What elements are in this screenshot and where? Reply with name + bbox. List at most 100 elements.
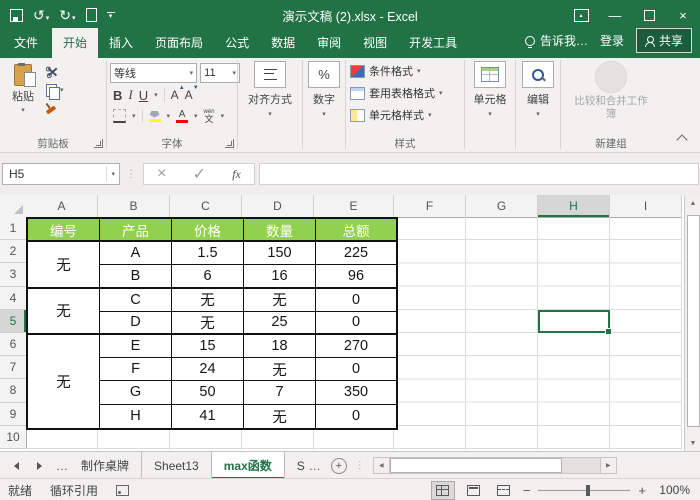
selected-cell-H5[interactable] bbox=[538, 309, 610, 333]
sheet-tab-sheet13[interactable]: Sheet13 bbox=[142, 452, 212, 479]
scroll-left-icon[interactable]: ◀ bbox=[372, 457, 390, 474]
font-size-select[interactable]: 11 ▾ bbox=[200, 63, 240, 83]
sheet-nav-left-icon[interactable] bbox=[14, 461, 19, 470]
cell-E7[interactable]: 0 bbox=[316, 358, 396, 382]
fill-color-button[interactable] bbox=[148, 110, 161, 122]
col-header-C[interactable]: C bbox=[170, 195, 242, 217]
underline-dropdown-icon[interactable]: ▾ bbox=[154, 91, 158, 99]
cell-C8[interactable]: 50 bbox=[172, 381, 244, 405]
scroll-up-icon[interactable]: ▲ bbox=[685, 195, 700, 211]
horizontal-scrollbar[interactable]: ◀ ▶ bbox=[372, 457, 617, 474]
row-header-3[interactable]: 3 bbox=[0, 263, 26, 287]
cell-B4[interactable]: C bbox=[100, 288, 172, 312]
page-layout-view-button[interactable] bbox=[463, 482, 485, 499]
tab-insert[interactable]: 插入 bbox=[98, 28, 144, 58]
row-header-4[interactable]: 4 bbox=[0, 286, 26, 310]
add-sheet-button[interactable]: + bbox=[330, 457, 347, 474]
zoom-in-button[interactable]: + bbox=[638, 483, 646, 498]
cell-C7[interactable]: 24 bbox=[172, 358, 244, 382]
cell-B7[interactable]: F bbox=[100, 358, 172, 382]
cell-D4[interactable]: 无 bbox=[244, 288, 316, 312]
cell-C1[interactable]: 价格 bbox=[172, 219, 244, 243]
cell-B3[interactable]: B bbox=[100, 265, 172, 289]
cell-A4-A5-merged[interactable]: 无 bbox=[28, 288, 100, 335]
col-header-A[interactable]: A bbox=[26, 195, 98, 217]
sheet-tab-partial[interactable]: S bbox=[285, 452, 309, 479]
col-header-H-selected[interactable]: H bbox=[538, 195, 610, 217]
col-header-G[interactable]: G bbox=[466, 195, 538, 217]
tab-page-layout[interactable]: 页面布局 bbox=[144, 28, 214, 58]
cell-D7[interactable]: 无 bbox=[244, 358, 316, 382]
sheet-more-left[interactable]: … bbox=[56, 459, 69, 473]
vertical-scroll-thumb[interactable] bbox=[687, 215, 700, 427]
cell-E3[interactable]: 96 bbox=[316, 265, 396, 289]
cell-A1[interactable]: 编号 bbox=[28, 219, 100, 243]
zoom-level[interactable]: 100% bbox=[654, 483, 690, 497]
redo-button[interactable]: ↻ ▾ bbox=[59, 8, 75, 22]
cell-C6[interactable]: 15 bbox=[172, 334, 244, 359]
enter-icon[interactable]: ✓ bbox=[193, 164, 206, 184]
cell-D8[interactable]: 7 bbox=[244, 381, 316, 405]
undo-dropdown-icon[interactable]: ▾ bbox=[46, 15, 50, 22]
cell-B8[interactable]: G bbox=[100, 381, 172, 405]
cell-B9[interactable]: H bbox=[100, 404, 172, 428]
cell-C3[interactable]: 6 bbox=[172, 265, 244, 289]
tab-developer[interactable]: 开发工具 bbox=[398, 28, 468, 58]
font-name-select[interactable]: 等线 ▾ bbox=[110, 63, 198, 83]
name-box-dropdown-icon[interactable]: ▾ bbox=[106, 166, 119, 182]
col-header-I[interactable]: I bbox=[610, 195, 682, 217]
format-painter-button[interactable] bbox=[45, 101, 64, 115]
cells-group[interactable]: 单元格 ▾ bbox=[465, 58, 515, 152]
alignment-dropdown-icon[interactable]: ▾ bbox=[268, 110, 272, 118]
collapse-ribbon-icon[interactable] bbox=[676, 134, 688, 146]
customize-qat-button[interactable]: ▾ bbox=[106, 11, 115, 19]
ribbon-display-options-button[interactable]: ▴ bbox=[564, 0, 598, 30]
new-document-icon[interactable] bbox=[85, 8, 97, 22]
cell-B5[interactable]: D bbox=[100, 311, 172, 335]
cell-styles-button[interactable]: 单元格样式 ▾ bbox=[350, 105, 464, 125]
sheet-more-right[interactable]: … bbox=[309, 459, 327, 473]
cell-E4[interactable]: 0 bbox=[316, 288, 396, 312]
cell-C4[interactable]: 无 bbox=[172, 288, 244, 312]
cell-B2[interactable]: A bbox=[100, 242, 172, 266]
col-header-E[interactable]: E bbox=[314, 195, 394, 217]
sheet-tab-zhizuozhuopai[interactable]: 制作桌牌 bbox=[69, 452, 143, 479]
undo-button[interactable]: ↺ ▾ bbox=[33, 8, 49, 22]
status-circular-reference[interactable]: 循环引用 bbox=[50, 482, 98, 499]
sheet-tab-max-active[interactable]: max函数 bbox=[211, 452, 285, 479]
vertical-scrollbar[interactable]: ▲ ▼ bbox=[684, 195, 700, 451]
cell-D5[interactable]: 25 bbox=[244, 311, 316, 335]
minimize-button[interactable]: — bbox=[598, 0, 632, 30]
row-header-7[interactable]: 7 bbox=[0, 356, 26, 380]
row-header-9[interactable]: 9 bbox=[0, 402, 26, 426]
tab-file[interactable]: 文件 bbox=[0, 28, 52, 58]
zoom-slider-thumb[interactable] bbox=[586, 484, 591, 496]
underline-button[interactable]: U bbox=[139, 88, 148, 103]
bold-button[interactable]: B bbox=[113, 88, 122, 103]
row-header-5-selected[interactable]: 5 bbox=[0, 309, 26, 333]
borders-button[interactable] bbox=[113, 109, 126, 123]
maximize-button[interactable] bbox=[632, 0, 666, 30]
paste-dropdown-icon[interactable]: ▾ bbox=[21, 106, 25, 114]
cell-A2-A3-merged[interactable]: 无 bbox=[28, 242, 100, 289]
cell-C5[interactable]: 无 bbox=[172, 311, 244, 335]
horizontal-scroll-thumb[interactable] bbox=[389, 458, 562, 473]
cell-D2[interactable]: 150 bbox=[244, 242, 316, 266]
formula-input[interactable] bbox=[259, 163, 699, 185]
cell-A6-A9-merged[interactable]: 无 bbox=[28, 334, 100, 428]
cell-C2[interactable]: 1.5 bbox=[172, 242, 244, 266]
cell-E1[interactable]: 总额 bbox=[316, 219, 396, 243]
tab-formulas[interactable]: 公式 bbox=[214, 28, 260, 58]
name-box[interactable]: H5 ▾ bbox=[2, 163, 120, 185]
tab-data[interactable]: 数据 bbox=[260, 28, 306, 58]
row-header-8[interactable]: 8 bbox=[0, 379, 26, 403]
share-button[interactable]: 共享 bbox=[635, 28, 692, 53]
cell-E8[interactable]: 350 bbox=[316, 381, 396, 405]
conditional-formatting-button[interactable]: 条件格式 ▾ bbox=[350, 61, 464, 81]
increase-font-button[interactable]: A ▲ bbox=[171, 85, 185, 102]
number-group[interactable]: % 数字 ▾ bbox=[303, 58, 345, 152]
zoom-slider[interactable] bbox=[538, 484, 631, 496]
cell-D9[interactable]: 无 bbox=[244, 404, 316, 428]
tab-home[interactable]: 开始 bbox=[52, 28, 99, 58]
tab-review[interactable]: 审阅 bbox=[306, 28, 352, 58]
